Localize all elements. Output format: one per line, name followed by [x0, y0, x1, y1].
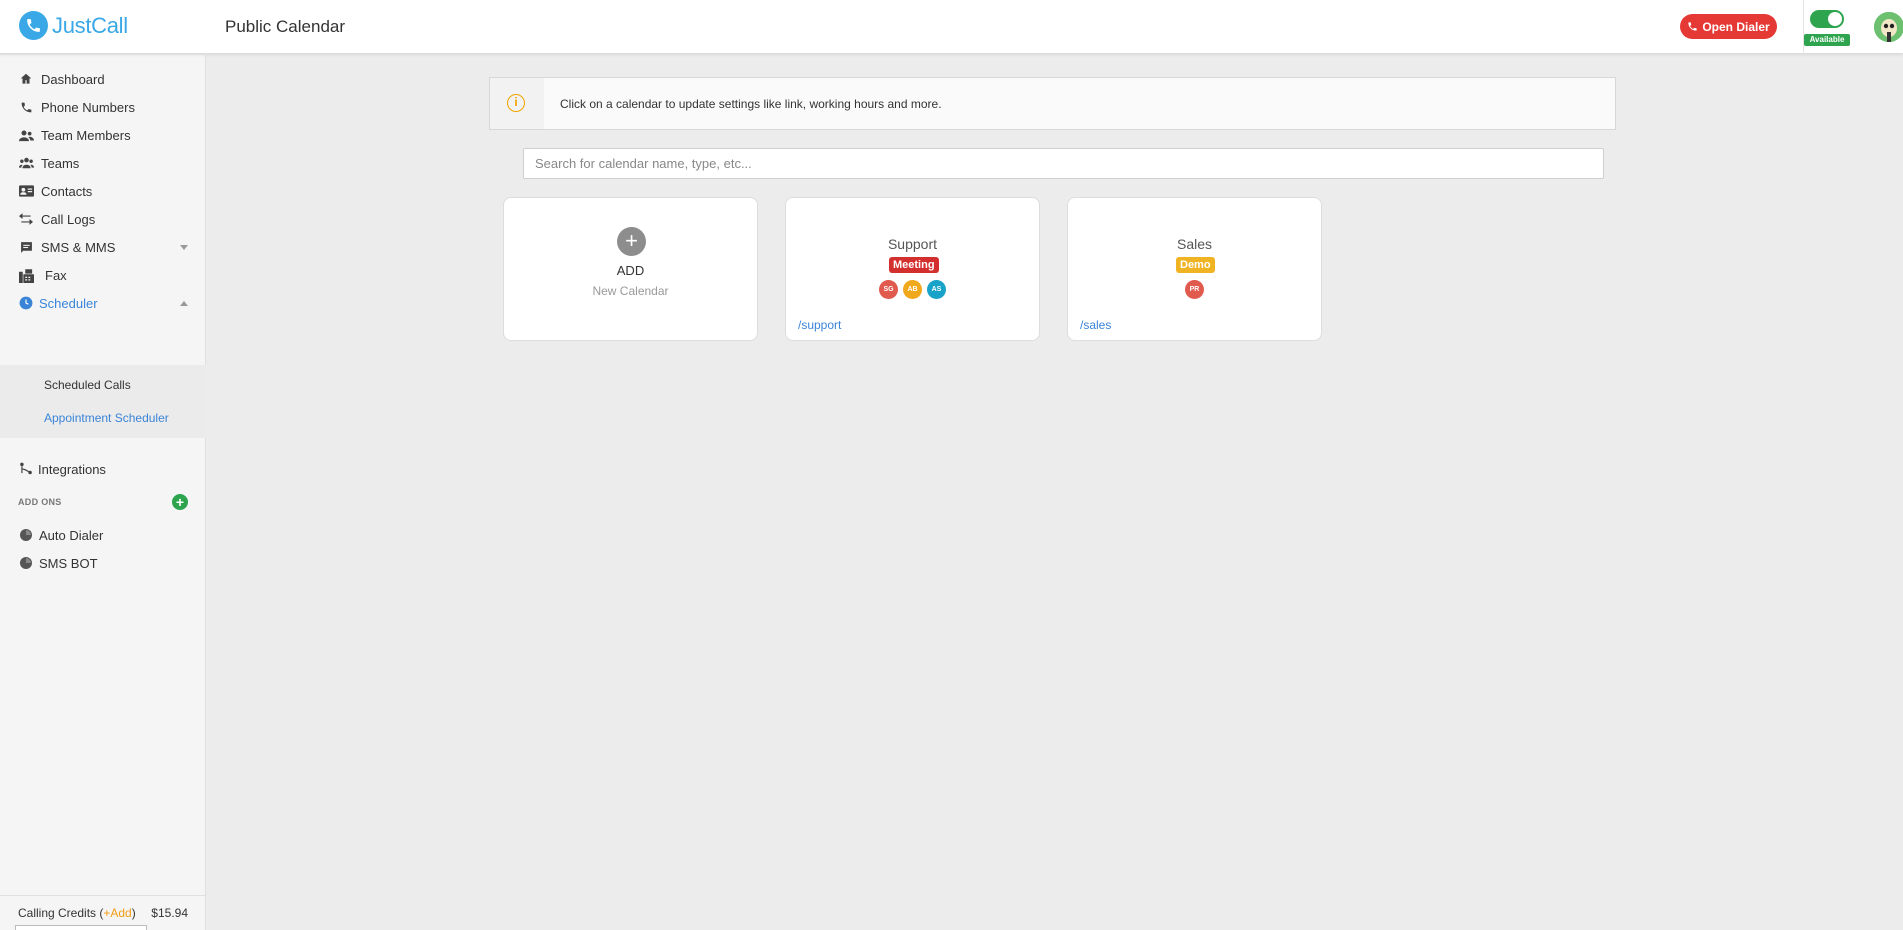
sidebar-item-label: Scheduler	[39, 295, 98, 311]
submenu-item-appointment-scheduler[interactable]: Appointment Scheduler	[44, 411, 169, 425]
calendar-link[interactable]: /sales	[1080, 318, 1111, 332]
sidebar-item-sms-bot[interactable]: SMS BOT	[0, 550, 206, 576]
teams-icon	[18, 155, 34, 171]
contact-card-icon	[18, 183, 34, 199]
sidebar-item-integrations[interactable]: Integrations	[0, 456, 206, 482]
sidebar-item-team-members[interactable]: Team Members	[0, 122, 206, 148]
calendar-card-sales[interactable]: Sales Demo PR /sales	[1067, 197, 1322, 341]
integrations-icon	[18, 461, 34, 477]
sidebar-item-label: Integrations	[38, 461, 106, 477]
open-dialer-label: Open Dialer	[1702, 19, 1770, 34]
info-icon-wrap: i	[490, 78, 544, 129]
sidebar-item-label: SMS & MMS	[41, 239, 116, 255]
info-icon: i	[507, 94, 525, 112]
credits-label-close: )	[131, 906, 136, 920]
addon-dot-icon	[18, 527, 34, 543]
sidebar-item-phone-numbers[interactable]: Phone Numbers	[0, 94, 206, 120]
scheduler-submenu: Scheduled Calls Appointment Scheduler	[0, 365, 206, 438]
page-title: Public Calendar	[225, 17, 346, 36]
member-avatar: PR	[1185, 280, 1204, 299]
sidebar-item-call-logs[interactable]: Call Logs	[0, 206, 206, 232]
plus-icon: +	[617, 227, 646, 256]
phone-bubble-icon	[19, 11, 48, 40]
member-avatar: AS	[927, 280, 946, 299]
calendar-card-support[interactable]: Support Meeting SG AB AS /support	[785, 197, 1040, 341]
sidebar-item-auto-dialer[interactable]: Auto Dialer	[0, 522, 206, 548]
calendar-link[interactable]: /support	[798, 318, 841, 332]
phone-icon	[18, 99, 34, 115]
sidebar-item-label: Contacts	[41, 183, 93, 199]
sidebar-item-sms-mms[interactable]: SMS & MMS	[0, 234, 206, 260]
availability-toggle[interactable]	[1810, 10, 1844, 28]
member-avatar: SG	[879, 280, 898, 299]
user-avatar[interactable]	[1874, 12, 1903, 42]
info-banner: i Click on a calendar to update settings…	[489, 77, 1616, 130]
calendar-type-badge: Meeting	[889, 257, 939, 273]
toggle-knob	[1828, 12, 1842, 26]
justcall-logo[interactable]: JustCall	[19, 11, 128, 40]
add-credits-link[interactable]: +Add	[103, 906, 131, 920]
sidebar-item-label: Team Members	[41, 127, 131, 143]
swap-arrows-icon	[18, 211, 34, 227]
sidebar: Dashboard Phone Numbers Team Members Tea…	[0, 55, 206, 930]
add-card-subtitle: New Calendar	[592, 284, 669, 298]
sidebar-item-label: Phone Numbers	[41, 99, 135, 115]
credits-label: Calling Credits (+Add)	[18, 906, 136, 920]
addons-heading: ADD ONS	[18, 497, 62, 507]
home-icon	[18, 71, 34, 87]
sidebar-item-fax[interactable]: Fax	[0, 262, 206, 288]
calendar-name: Sales	[1176, 236, 1213, 252]
users-icon	[18, 127, 34, 143]
add-calendar-card[interactable]: + ADD New Calendar	[503, 197, 758, 341]
app-name: JustCall	[52, 12, 128, 38]
fax-icon	[18, 267, 34, 283]
sidebar-item-label: Call Logs	[41, 211, 96, 227]
member-avatars: PR	[1068, 280, 1321, 299]
submenu-item-scheduled-calls[interactable]: Scheduled Calls	[44, 378, 131, 392]
add-card-title: ADD	[616, 263, 645, 278]
sidebar-item-label: SMS BOT	[39, 555, 98, 571]
chat-icon	[18, 239, 34, 255]
calendar-search-input[interactable]	[523, 148, 1604, 179]
sidebar-item-teams[interactable]: Teams	[0, 150, 206, 176]
member-avatar: AB	[903, 280, 922, 299]
sidebar-bottom-input[interactable]	[15, 925, 147, 930]
add-addon-button[interactable]: +	[172, 494, 188, 510]
chevron-down-icon[interactable]	[180, 244, 188, 250]
header-divider	[1803, 0, 1804, 54]
member-avatars: SG AB AS	[786, 280, 1039, 299]
chevron-up-icon[interactable]	[180, 300, 188, 306]
phone-icon	[1688, 22, 1697, 31]
credits-amount: $15.94	[151, 906, 188, 920]
info-text: Click on a calendar to update settings l…	[560, 97, 942, 111]
top-header: JustCall Public Calendar Open Dialer Ava…	[0, 0, 1903, 54]
sidebar-item-dashboard[interactable]: Dashboard	[0, 66, 206, 92]
sidebar-item-scheduler[interactable]: Scheduler	[0, 290, 206, 316]
open-dialer-button[interactable]: Open Dialer	[1680, 14, 1777, 39]
avatar-icon	[1874, 12, 1903, 42]
sidebar-item-contacts[interactable]: Contacts	[0, 178, 206, 204]
availability-status-badge: Available	[1804, 34, 1850, 46]
addon-dot-icon	[18, 555, 34, 571]
calendar-type-badge: Demo	[1176, 257, 1215, 273]
clock-icon	[18, 295, 34, 311]
credits-label-text: Calling Credits (	[18, 906, 104, 920]
sidebar-item-label: Dashboard	[41, 71, 105, 87]
sidebar-item-label: Teams	[41, 155, 80, 171]
sidebar-item-label: Auto Dialer	[39, 527, 104, 543]
calendar-name: Support	[887, 236, 938, 252]
sidebar-item-label: Fax	[45, 267, 67, 283]
